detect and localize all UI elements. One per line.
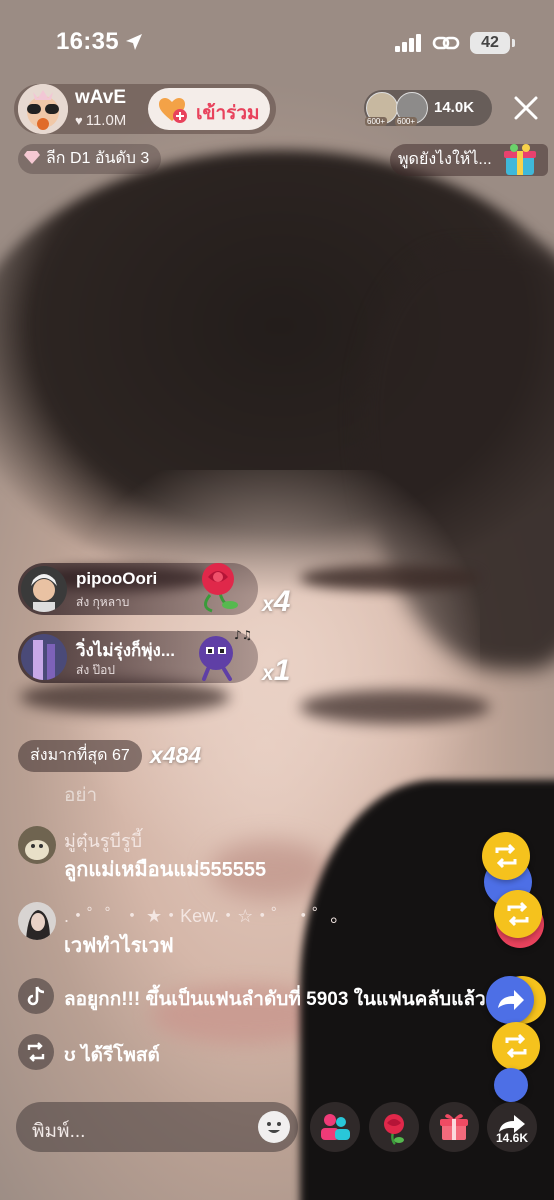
- repost-float-button[interactable]: [492, 1022, 540, 1070]
- gift-notification: pipooOori ส่ง กุหลาบ: [18, 563, 258, 615]
- diamond-icon: [24, 151, 40, 164]
- share-float-button[interactable]: [486, 976, 534, 1024]
- league-badge[interactable]: ลีก D1 อันดับ 3: [18, 144, 162, 174]
- multi-guest-button[interactable]: [310, 1102, 360, 1152]
- league-label: ลีก D1 อันดับ 3: [46, 150, 150, 167]
- comment-placeholder: พิมพ์...: [32, 1121, 86, 1142]
- battery-indicator: 42: [470, 32, 515, 54]
- top-gifter-badge[interactable]: ส่งมากที่สุด 67: [18, 740, 142, 772]
- gift-action: ส่ง กุหลาบ: [76, 595, 130, 609]
- rose-icon: [202, 563, 238, 613]
- status-bar: 16:35 42: [0, 24, 554, 60]
- repost-icon: [18, 1034, 54, 1070]
- chat-text: เวฟทำไรเวฟ: [64, 935, 174, 957]
- promo-text: พูดยังไงให้ไ...: [398, 151, 492, 168]
- smile-icon: [259, 1112, 289, 1142]
- top-viewer-avatar[interactable]: 600+: [395, 92, 428, 126]
- join-label: เข้าร่วม: [196, 103, 260, 124]
- pop-character-icon: ♪♫: [199, 628, 250, 681]
- gifter-avatar[interactable]: [21, 634, 67, 680]
- close-icon[interactable]: [510, 92, 542, 124]
- repost-icon: [507, 901, 529, 927]
- boost-float-button[interactable]: [494, 1068, 528, 1102]
- host-likes: ♥ 11.0M: [75, 112, 126, 129]
- people-icon: [321, 1114, 350, 1140]
- location-arrow-icon: [126, 34, 142, 50]
- gift-multiplier: x1: [262, 654, 291, 687]
- status-time: 16:35: [56, 28, 119, 55]
- repost-icon: [505, 1033, 527, 1059]
- heart-plus-icon: [159, 98, 187, 123]
- cellular-signal-icon: [395, 34, 421, 52]
- viewer-badge: 600+: [365, 117, 388, 126]
- repost-icon: [495, 843, 517, 869]
- chat-message-faded: อย่า: [64, 785, 98, 806]
- chat-avatar[interactable]: [18, 826, 56, 864]
- gift-icon: [440, 1114, 468, 1140]
- gifter-avatar[interactable]: [21, 566, 67, 612]
- chat-avatar[interactable]: [18, 902, 56, 940]
- tiktok-icon: [18, 978, 54, 1014]
- chat-text: ลูกแม่เหมือนแม่555555: [64, 859, 267, 881]
- repost-message: ʊ ได้รีโพสต์: [64, 1045, 160, 1066]
- repost-float-button[interactable]: [494, 890, 542, 938]
- viewer-count: 14.0K: [434, 99, 475, 116]
- share-count: 14.6K: [495, 1131, 529, 1145]
- viewer-list[interactable]: 600+ 600+ 14.0K: [364, 90, 492, 126]
- emoji-button[interactable]: [258, 1111, 290, 1143]
- gifter-name: วิ่งไม่รุ่งก็พุ่ง...: [76, 641, 176, 660]
- share-arrow-icon: [498, 990, 524, 1010]
- gift-notification: วิ่งไม่รุ่งก็พุ่ง... ส่ง ป๊อป ♪♫: [18, 628, 258, 683]
- host-avatar[interactable]: [18, 84, 68, 134]
- chat-username[interactable]: .・゜゜・ ★・Kew.・☆・゜ ・゜。: [64, 902, 348, 928]
- gift-action: ส่ง ป๊อป: [76, 663, 115, 677]
- viewer-badge: 600+: [395, 117, 418, 126]
- top-viewer-avatar[interactable]: 600+: [365, 92, 398, 126]
- host-likes-count: 11.0M: [85, 112, 127, 129]
- gift-box-icon[interactable]: [502, 143, 538, 177]
- rose-gift-button[interactable]: [369, 1102, 419, 1152]
- gift-count: 1: [273, 654, 291, 687]
- gift-count: 4: [273, 585, 291, 618]
- svg-text:♪♫: ♪♫: [234, 628, 250, 642]
- link-icon: [432, 36, 460, 50]
- heart-icon: ♥: [75, 113, 83, 128]
- host-info[interactable]: wAvE ♥ 11.0M เข้าร่วม: [14, 84, 276, 134]
- gifter-name: pipooOori: [76, 569, 158, 588]
- comment-input[interactable]: พิมพ์...: [16, 1102, 298, 1152]
- top-gifter-multiplier: x484: [150, 742, 202, 768]
- rose-icon: [384, 1114, 404, 1145]
- repost-float-button[interactable]: [482, 832, 530, 880]
- top-gifter-count: 484: [162, 742, 202, 768]
- top-gifter-label: ส่งมากที่สุด 67: [30, 747, 130, 764]
- gift-multiplier: x4: [262, 585, 291, 618]
- host-name: wAvE: [75, 87, 127, 108]
- chat-username[interactable]: มู่ตุ๋นรูบีรูบี้: [64, 826, 142, 855]
- gift-button[interactable]: [429, 1102, 479, 1152]
- join-button[interactable]: เข้าร่วม: [148, 88, 270, 130]
- fan-club-message: ลอยูกก!!! ขึ้นเป็นแฟนลำดับที่ 5903 ในแฟน…: [64, 989, 486, 1010]
